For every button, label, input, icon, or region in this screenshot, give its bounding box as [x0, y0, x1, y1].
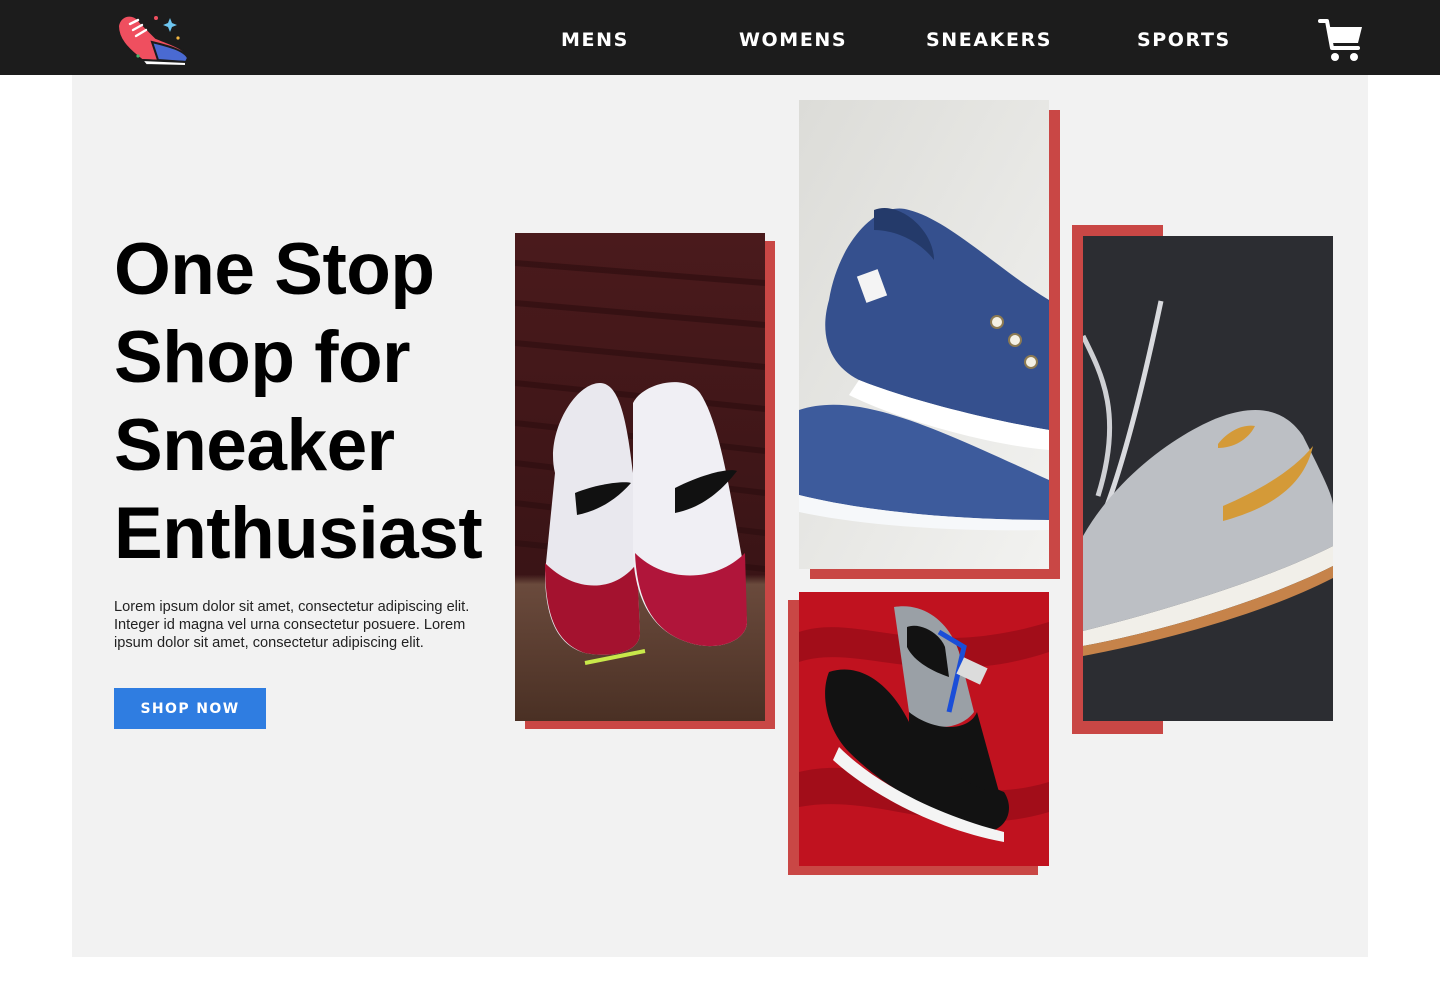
sneaker-photo-image	[799, 100, 1049, 569]
hero-headline-line: Shop for	[114, 317, 411, 398]
product-photo	[515, 233, 765, 721]
sneaker-photo-image	[799, 592, 1049, 866]
product-photo	[799, 592, 1049, 866]
nav-item-mens[interactable]: MENS	[561, 29, 629, 51]
shop-now-button[interactable]: SHOP NOW	[114, 688, 266, 729]
nav-item-sneakers[interactable]: SNEAKERS	[926, 29, 1052, 51]
sneaker-photo-image	[1083, 236, 1333, 721]
sneaker-logo-icon	[116, 14, 190, 68]
sneaker-photo-image	[515, 233, 765, 721]
top-navigation-bar: MENS WOMENS SNEAKERS SPORTS	[0, 0, 1440, 75]
hero-headline-line: Sneaker	[114, 405, 395, 486]
hero-headline-line: One Stop	[114, 229, 435, 310]
product-photo	[799, 100, 1049, 569]
shopping-cart-icon	[1318, 19, 1362, 61]
hero-headline: One Stop Shop for Sneaker Enthusiast	[114, 226, 514, 578]
hero-headline-line: Enthusiast	[114, 493, 483, 574]
brand-logo-link[interactable]	[112, 8, 192, 68]
product-photo	[1083, 236, 1333, 721]
nav-item-sports[interactable]: SPORTS	[1137, 29, 1231, 51]
hero-description: Lorem ipsum dolor sit amet, consectetur …	[114, 599, 470, 651]
nav-item-womens[interactable]: WOMENS	[739, 29, 847, 51]
cart-button[interactable]	[1318, 16, 1364, 64]
